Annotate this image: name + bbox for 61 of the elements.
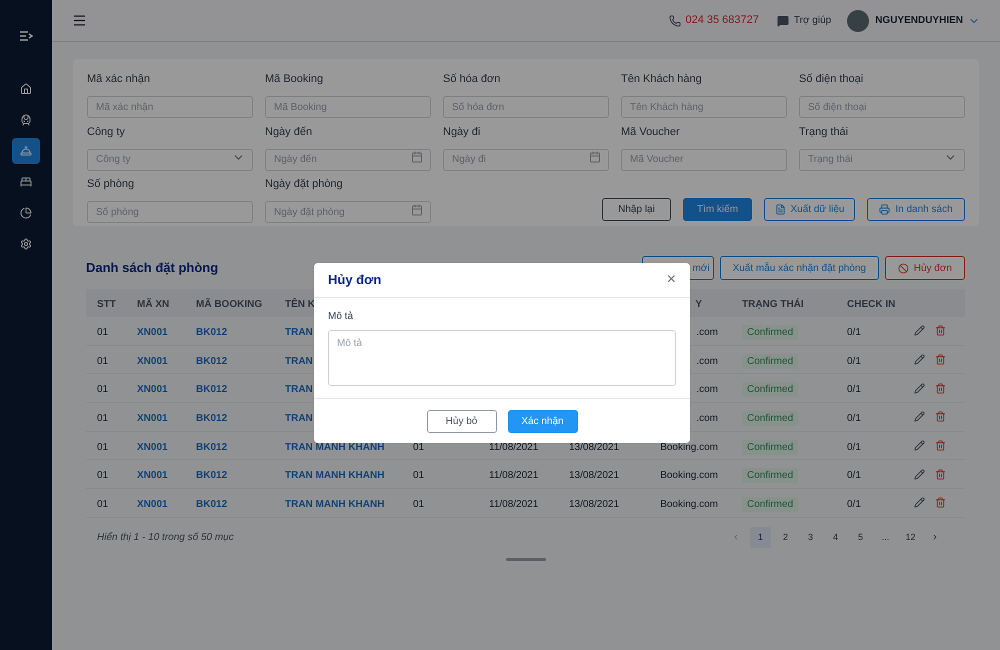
table-cell: 13/08/2021	[569, 498, 620, 510]
column-header: TÊN K	[285, 299, 315, 310]
table-cell: 0/1	[847, 384, 861, 396]
field-label: Mã Voucher	[621, 124, 681, 140]
table-cell: .com	[696, 326, 718, 338]
field-label: Ngày đi	[443, 124, 482, 140]
table-cell: .com	[696, 356, 718, 367]
table-cell: 11/08/2021	[489, 442, 538, 453]
column-header: MÃ XN	[137, 299, 170, 310]
table-cell: .com	[696, 412, 718, 424]
field-label: Số hóa đơn	[443, 72, 502, 87]
table-cell: 13/08/2021	[569, 470, 620, 482]
status-badge: Confirmed	[742, 382, 798, 398]
table-cell: Booking.com	[660, 442, 718, 453]
table-cell: Booking.com	[660, 498, 718, 510]
field-label: Tên Khách hàng	[621, 72, 703, 87]
field-label: Số điện thoại	[799, 72, 864, 87]
table-cell: 0/1	[847, 412, 861, 424]
column-header: STT	[97, 299, 116, 310]
table-cell: 01	[413, 498, 424, 510]
column-header: CHECK IN	[847, 299, 896, 310]
status-badge: Confirmed	[742, 440, 798, 455]
column-header: Y	[695, 299, 702, 310]
table-cell: Booking.com	[660, 470, 718, 482]
field-label: Ngày đến	[265, 124, 314, 140]
table-cell: 01	[97, 356, 108, 367]
table-cell: 01	[97, 412, 108, 424]
status-badge: Confirmed	[742, 354, 798, 369]
field-label: Công ty	[87, 124, 126, 140]
field-label: Mã xác nhận	[87, 72, 151, 87]
results-summary: Hiển thị 1 - 10 trong số 50 mục	[97, 530, 234, 545]
table-cell: 0/1	[847, 326, 861, 338]
status-badge: Confirmed	[742, 410, 798, 426]
column-header: MÃ BOOKING	[196, 299, 262, 310]
field-label: Ngày đặt phòng	[265, 177, 344, 192]
table-cell: 11/08/2021	[489, 470, 538, 482]
status-badge: Confirmed	[742, 324, 798, 340]
table-cell: 0/1	[847, 498, 861, 510]
table-cell: 01	[413, 442, 424, 453]
table-cell: 13/08/2021	[569, 442, 620, 453]
table-cell: 01	[413, 470, 424, 482]
field-label: Mô tả	[328, 310, 354, 324]
phone-number: 024 35 683727	[685, 13, 759, 28]
table-cell: 01	[97, 326, 108, 338]
field-label: Số phòng	[87, 177, 136, 192]
field-label: Trạng thái	[799, 124, 850, 140]
table-cell: 0/1	[847, 442, 861, 453]
list-title: Danh sách đặt phòng	[86, 259, 218, 278]
table-cell: 0/1	[847, 470, 861, 482]
table-cell: 01	[97, 384, 108, 396]
table-cell: .com	[696, 384, 718, 396]
field-label: Mã Booking	[265, 72, 324, 87]
status-badge: Confirmed	[742, 468, 798, 484]
table-cell: 01	[97, 442, 108, 453]
table-cell: 01	[97, 498, 108, 510]
table-cell: 01	[97, 470, 108, 482]
status-badge: Confirmed	[742, 496, 798, 512]
column-header: TRẠNG THÁI	[742, 299, 804, 310]
table-cell: 0/1	[847, 356, 861, 367]
dialog-title: Hủy đơn	[328, 271, 382, 290]
table-cell: 11/08/2021	[489, 498, 538, 510]
